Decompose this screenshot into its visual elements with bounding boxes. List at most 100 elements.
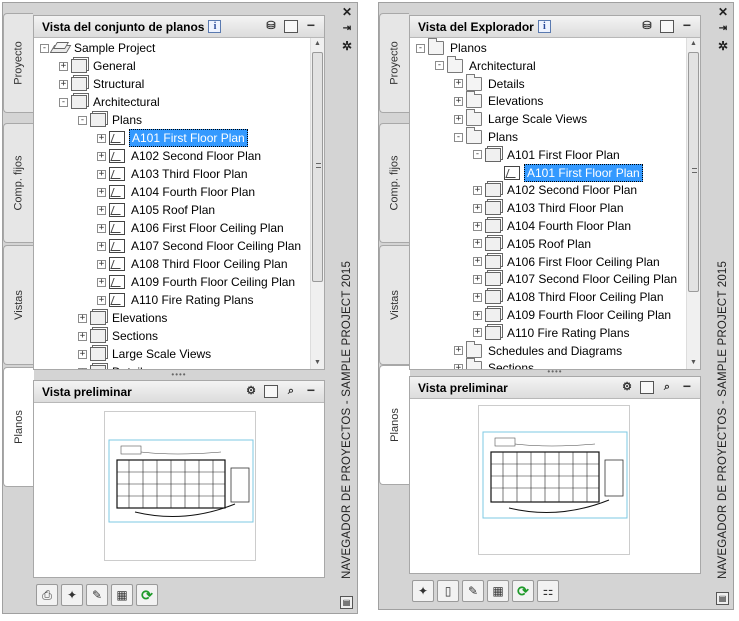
collapse-icon[interactable]: − [680, 379, 694, 394]
tree-node[interactable]: + Sections [78, 327, 160, 345]
expand-node-icon[interactable]: + [473, 310, 482, 320]
info-icon[interactable]: i [208, 20, 222, 33]
tree-node[interactable]: - Planos [416, 38, 489, 57]
tree-node[interactable]: + A103 Third Floor Plan [473, 199, 626, 217]
folder-icon[interactable] [660, 20, 674, 33]
auto-hide-icon[interactable]: ⇥ [340, 23, 354, 34]
expand-node-icon[interactable]: + [97, 241, 106, 251]
tree-node[interactable]: + Elevations [454, 91, 545, 110]
palette-titlebar[interactable]: ✕ ⇥ ✲ NAVEGADOR DE PROYECTOS - SAMPLE PR… [713, 3, 733, 609]
expand-node-icon[interactable]: + [454, 346, 463, 356]
refresh-icon[interactable]: ⟳ [512, 580, 534, 602]
palette-settings-icon[interactable]: ▤ [340, 596, 353, 609]
expand-node-icon[interactable]: + [97, 223, 106, 233]
tree-node[interactable]: + A110 Fire Rating Plans [473, 324, 632, 342]
tree-node[interactable]: + Schedules and Diagrams [454, 340, 624, 360]
collapse-icon[interactable]: − [680, 18, 694, 33]
tab-proyecto[interactable]: Proyecto [3, 13, 33, 113]
tree-node[interactable]: + A107 Second Floor Ceiling Plan [473, 270, 679, 288]
preview-settings-icon[interactable]: ⚙ [620, 381, 634, 394]
sheet-list-icon[interactable]: ▦ [111, 584, 133, 606]
tab-comp-fijos[interactable]: Comp. fijos [3, 123, 33, 243]
tab-planos[interactable]: Planos [3, 367, 34, 487]
info-icon[interactable]: i [537, 20, 551, 33]
scroll-down-icon[interactable]: ▼ [687, 357, 700, 369]
tree-node[interactable]: + Details [78, 363, 151, 369]
tree-node[interactable]: + Large Scale Views [454, 109, 589, 128]
expand-node-icon[interactable]: + [454, 96, 463, 106]
sheet-set-manager-icon[interactable]: ⛁ [640, 20, 654, 33]
sheet-icon[interactable]: ▯ [437, 580, 459, 602]
expand-node-icon[interactable]: + [97, 277, 106, 287]
tree-node[interactable]: + A104 Fourth Floor Plan [473, 217, 633, 235]
tab-vistas[interactable]: Vistas [3, 245, 33, 365]
preview-frame-icon[interactable] [640, 381, 654, 394]
tree-node[interactable]: - Sample Project [40, 39, 157, 57]
tree-node[interactable]: - Plans [78, 111, 144, 129]
expand-node-icon[interactable]: + [454, 114, 463, 124]
expand-node-icon[interactable]: + [97, 187, 106, 197]
expand-node-icon[interactable]: + [473, 328, 482, 338]
sheet-set-manager-icon[interactable]: ⛁ [264, 20, 278, 33]
tree-node[interactable]: + A110 Fire Rating Plans [97, 291, 256, 309]
expand-node-icon[interactable]: + [78, 313, 87, 323]
expand-node-icon[interactable]: + [473, 292, 482, 302]
new-sheet-icon[interactable]: ✦ [61, 584, 83, 606]
scroll-thumb[interactable] [688, 52, 699, 292]
panel-splitter[interactable]: •••• [33, 371, 325, 379]
properties-icon[interactable]: ✲ [716, 39, 730, 53]
tree-node[interactable]: + A109 Fourth Floor Ceiling Plan [97, 273, 297, 291]
scroll-down-icon[interactable]: ▼ [311, 357, 324, 369]
tree-node[interactable]: + General [59, 57, 138, 75]
tree-node[interactable]: - A101 First Floor Plan [473, 146, 622, 164]
palette-titlebar[interactable]: ✕ ⇥ ✲ NAVEGADOR DE PROYECTOS - SAMPLE PR… [337, 3, 357, 613]
preview-frame-icon[interactable] [264, 385, 278, 398]
expand-node-icon[interactable]: + [454, 79, 463, 89]
panel-splitter[interactable]: •••• [409, 368, 701, 376]
expand-node-icon[interactable]: + [78, 349, 87, 359]
sheet-list-icon[interactable]: ▦ [487, 580, 509, 602]
properties-icon[interactable]: ✲ [340, 39, 354, 53]
tree-node[interactable]: - Architectural [59, 93, 162, 111]
tree-node[interactable]: + A104 Fourth Floor Plan [97, 183, 257, 201]
collapse-node-icon[interactable]: - [59, 97, 68, 107]
collapse-node-icon[interactable]: - [435, 61, 444, 71]
expand-node-icon[interactable]: + [97, 133, 106, 143]
expand-node-icon[interactable]: + [473, 239, 482, 249]
expand-node-icon[interactable]: + [473, 274, 482, 284]
tab-vistas[interactable]: Vistas [379, 245, 409, 365]
expand-node-icon[interactable]: + [97, 151, 106, 161]
expand-node-icon[interactable]: + [473, 221, 482, 231]
close-icon[interactable]: ✕ [716, 5, 730, 19]
collapse-icon[interactable]: − [304, 18, 318, 33]
expand-node-icon[interactable]: + [97, 259, 106, 269]
tree-scrollbar[interactable]: ▲ ▼ [686, 38, 700, 369]
expand-node-icon[interactable]: + [78, 367, 87, 369]
expand-node-icon[interactable]: + [473, 203, 482, 213]
expand-node-icon[interactable]: + [97, 295, 106, 305]
tab-planos[interactable]: Planos [379, 365, 410, 485]
tree-node[interactable]: + A102 Second Floor Plan [473, 181, 639, 199]
tree-node[interactable]: + Structural [59, 75, 146, 93]
tree-node[interactable]: + A105 Roof Plan [97, 201, 217, 219]
expand-node-icon[interactable]: + [97, 205, 106, 215]
scroll-up-icon[interactable]: ▲ [687, 38, 700, 50]
folder-icon[interactable] [284, 20, 298, 33]
tree-node[interactable]: + Sections [454, 358, 536, 369]
tree-node[interactable]: - Architectural [435, 55, 538, 75]
expand-node-icon[interactable]: + [59, 79, 68, 89]
refresh-icon[interactable]: ⟳ [136, 584, 158, 606]
collapse-node-icon[interactable]: - [78, 115, 87, 125]
collapse-node-icon[interactable]: - [473, 150, 482, 160]
collapse-icon[interactable]: − [304, 383, 318, 398]
collapse-node-icon[interactable]: - [40, 43, 49, 53]
tree-node[interactable]: A101 First Floor Plan [492, 163, 643, 182]
expand-node-icon[interactable]: + [473, 185, 482, 195]
tree-node[interactable]: + A109 Fourth Floor Ceiling Plan [473, 306, 673, 324]
tree-node[interactable]: + A107 Second Floor Ceiling Plan [97, 237, 303, 255]
zoom-icon[interactable]: ⌕ [660, 381, 674, 394]
new-view-icon[interactable]: ✦ [412, 580, 434, 602]
tree-node[interactable]: + Details [454, 73, 527, 93]
tree-scrollbar[interactable]: ▲ ▼ [310, 38, 324, 369]
tree-node[interactable]: + A101 First Floor Plan [97, 129, 248, 147]
